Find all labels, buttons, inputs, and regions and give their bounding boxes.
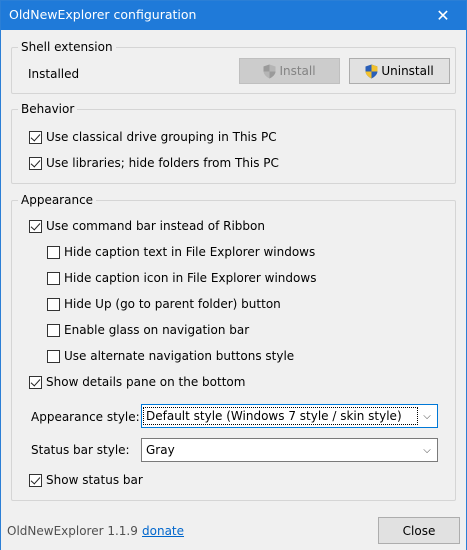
uac-shield-icon [365, 64, 378, 78]
status-bar-style-select[interactable]: Gray ⌵ [141, 438, 438, 462]
install-button[interactable]: Install [239, 58, 340, 84]
checkbox-box [47, 323, 60, 337]
close-window-button[interactable]: ✕ [420, 1, 466, 30]
checkbox-alternate-nav-buttons[interactable]: Use alternate navigation buttons style [47, 347, 294, 365]
donate-link[interactable]: donate [142, 524, 184, 538]
behavior-legend: Behavior [21, 102, 75, 116]
shell-extension-legend: Shell extension [21, 40, 113, 54]
checkbox-box [29, 473, 42, 487]
uac-shield-icon [263, 64, 276, 78]
close-button[interactable]: Close [378, 517, 460, 544]
checkbox-command-bar[interactable]: Use command bar instead of Ribbon [29, 217, 265, 235]
appearance-style-select[interactable]: Default style (Windows 7 style / skin st… [141, 404, 438, 428]
checkbox-details-pane-bottom[interactable]: Show details pane on the bottom [29, 373, 245, 391]
checkbox-label: Hide caption text in File Explorer windo… [64, 245, 316, 259]
version-text: OldNewExplorer 1.1.9 [7, 524, 138, 538]
checkbox-box [29, 375, 42, 389]
checkbox-box [47, 245, 60, 259]
footer: OldNewExplorer 1.1.9 donate Close [1, 509, 466, 550]
checkbox-box [47, 297, 60, 311]
checkbox-label: Enable glass on navigation bar [64, 323, 250, 337]
checkbox-box [47, 349, 60, 363]
checkbox-box [29, 219, 42, 233]
checkbox-label: Hide caption icon in File Explorer windo… [64, 271, 317, 285]
checkbox-show-status-bar[interactable]: Show status bar [29, 471, 143, 489]
status-bar-style-value: Gray [146, 443, 175, 457]
checkbox-enable-glass[interactable]: Enable glass on navigation bar [47, 321, 249, 339]
checkbox-classical-drive-grouping[interactable]: Use classical drive grouping in This PC [29, 128, 277, 146]
title-bar: OldNewExplorer configuration ✕ [1, 1, 466, 30]
status-bar-style-label: Status bar style: [31, 443, 130, 457]
checkbox-label: Show details pane on the bottom [46, 375, 246, 389]
chevron-down-icon: ⌵ [423, 444, 431, 456]
close-icon: ✕ [436, 6, 450, 25]
checkbox-hide-caption-text[interactable]: Hide caption text in File Explorer windo… [47, 243, 315, 261]
appearance-legend: Appearance [21, 193, 94, 207]
checkbox-label: Use libraries; hide folders from This PC [46, 156, 279, 170]
appearance-style-value: Default style (Windows 7 style / skin st… [143, 407, 418, 425]
checkbox-label: Hide Up (go to parent folder) button [64, 297, 281, 311]
uninstall-button-label: Uninstall [381, 64, 434, 78]
checkbox-box [29, 156, 42, 170]
checkbox-label: Use classical drive grouping in This PC [46, 130, 277, 144]
window-title: OldNewExplorer configuration [9, 7, 197, 22]
install-button-label: Install [279, 64, 316, 78]
appearance-style-label: Appearance style: [31, 410, 140, 424]
checkbox-label: Use alternate navigation buttons style [64, 349, 295, 363]
checkbox-label: Use command bar instead of Ribbon [46, 219, 265, 233]
checkbox-use-libraries[interactable]: Use libraries; hide folders from This PC [29, 154, 279, 172]
checkbox-hide-caption-icon[interactable]: Hide caption icon in File Explorer windo… [47, 269, 316, 287]
install-status: Installed [28, 67, 80, 81]
checkbox-box [47, 271, 60, 285]
checkbox-box [29, 130, 42, 144]
checkbox-label: Show status bar [46, 473, 143, 487]
close-button-label: Close [402, 523, 436, 538]
config-window: OldNewExplorer configuration ✕ Shell ext… [0, 0, 467, 550]
chevron-down-icon: ⌵ [423, 410, 431, 422]
checkbox-hide-up-button[interactable]: Hide Up (go to parent folder) button [47, 295, 281, 313]
uninstall-button[interactable]: Uninstall [349, 58, 450, 84]
